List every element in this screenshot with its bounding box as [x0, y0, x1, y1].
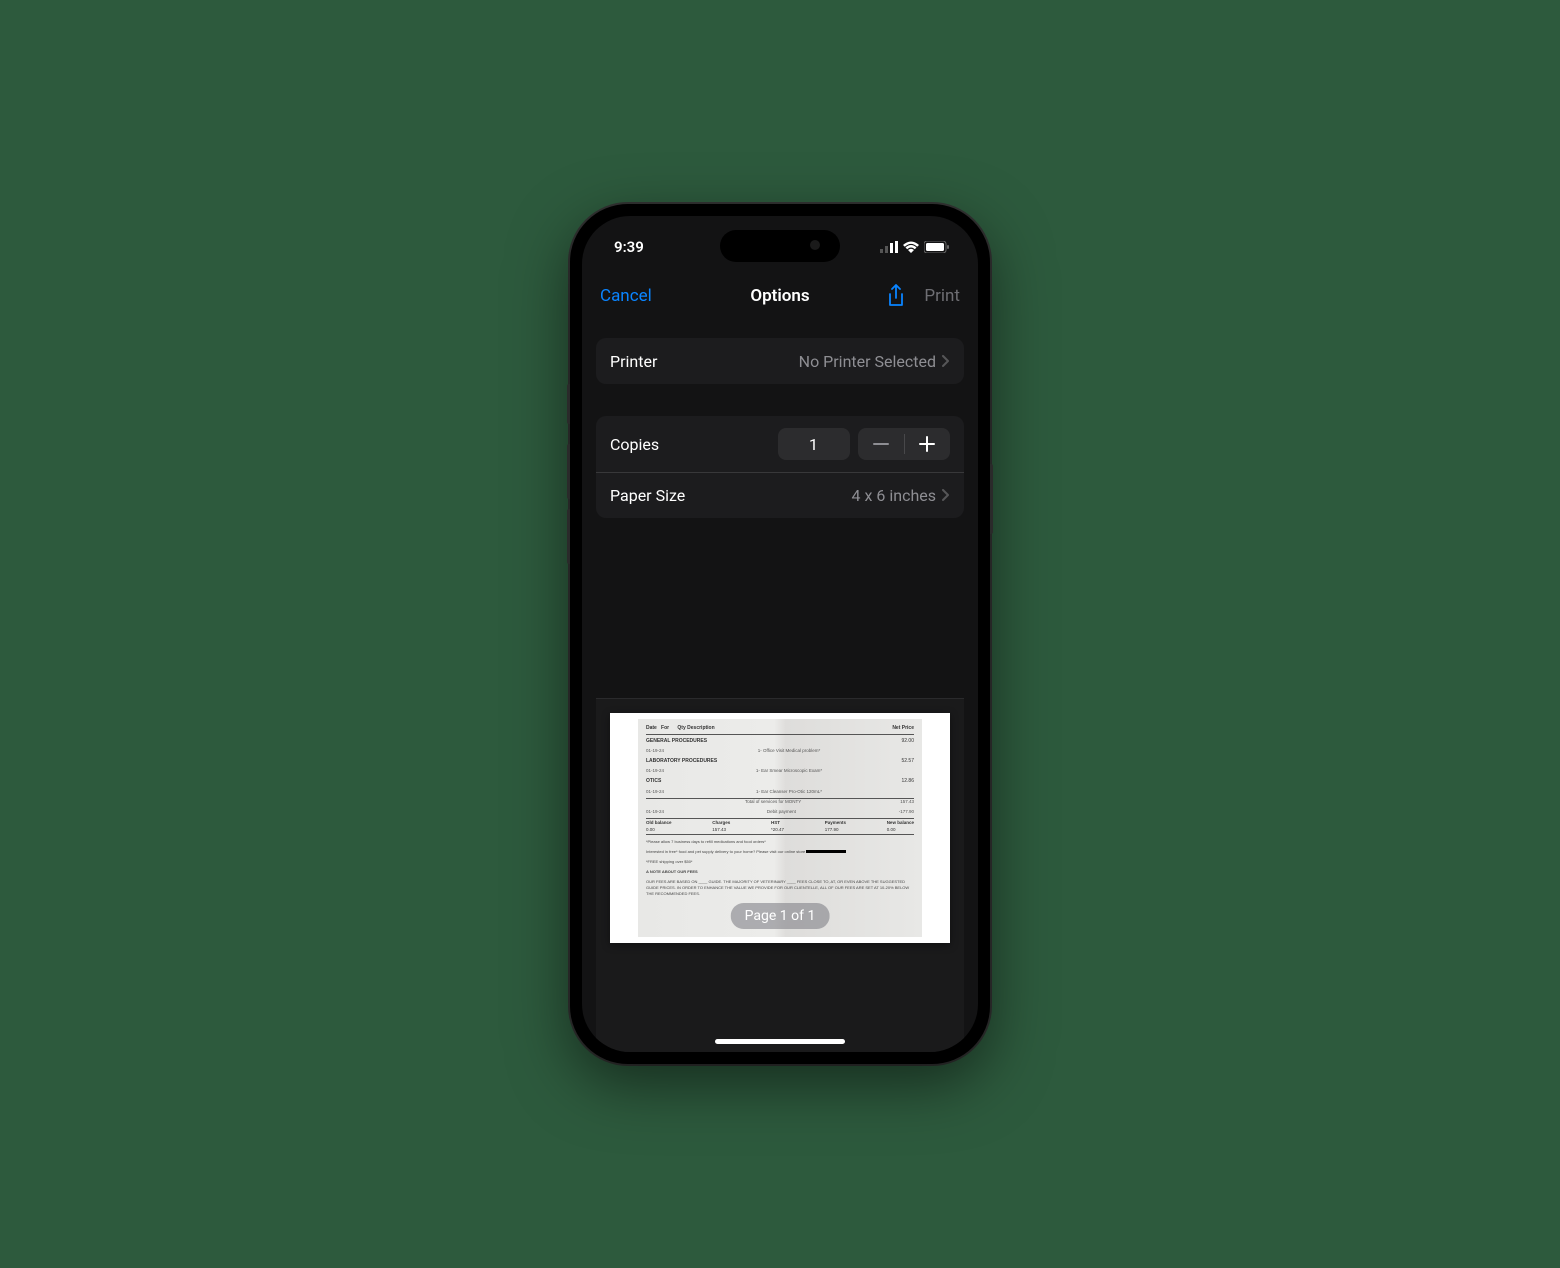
- status-time: 9:39: [614, 238, 644, 256]
- printer-value: No Printer Selected: [799, 352, 936, 371]
- cancel-button[interactable]: Cancel: [600, 286, 652, 306]
- share-icon: [886, 284, 906, 308]
- increment-button[interactable]: [904, 428, 950, 460]
- battery-icon: [924, 241, 950, 253]
- cellular-icon: [880, 241, 898, 253]
- minus-icon: [873, 443, 889, 445]
- plus-icon: [919, 436, 935, 452]
- options-content: Printer No Printer Selected Copies 1: [582, 320, 978, 1052]
- dynamic-island: [720, 230, 840, 262]
- preview-area[interactable]: Date For Qty Description Net Price GENER…: [596, 698, 964, 1052]
- printer-label: Printer: [610, 352, 657, 371]
- printer-row[interactable]: Printer No Printer Selected: [596, 338, 964, 384]
- copies-stepper: [858, 428, 951, 460]
- copies-row: Copies 1: [596, 416, 964, 472]
- copies-label: Copies: [610, 435, 659, 454]
- settings-group: Copies 1: [596, 416, 964, 518]
- page-preview[interactable]: Date For Qty Description Net Price GENER…: [610, 713, 950, 943]
- page-indicator: Page 1 of 1: [731, 903, 830, 929]
- phone-screen: 9:39 Cancel Options Print: [582, 216, 978, 1052]
- chevron-right-icon: [942, 352, 950, 371]
- page-title: Options: [750, 286, 809, 306]
- paper-size-value: 4 x 6 inches: [852, 486, 936, 505]
- home-indicator[interactable]: [715, 1039, 845, 1044]
- copies-count[interactable]: 1: [778, 428, 850, 460]
- print-button[interactable]: Print: [924, 286, 960, 306]
- wifi-icon: [903, 241, 919, 253]
- phone-frame: 9:39 Cancel Options Print: [570, 204, 990, 1064]
- share-button[interactable]: [886, 284, 906, 308]
- paper-size-label: Paper Size: [610, 486, 685, 505]
- decrement-button[interactable]: [858, 428, 904, 460]
- nav-bar: Cancel Options Print: [582, 272, 978, 320]
- paper-size-row[interactable]: Paper Size 4 x 6 inches: [596, 472, 964, 518]
- printer-group: Printer No Printer Selected: [596, 338, 964, 384]
- chevron-right-icon: [942, 486, 950, 505]
